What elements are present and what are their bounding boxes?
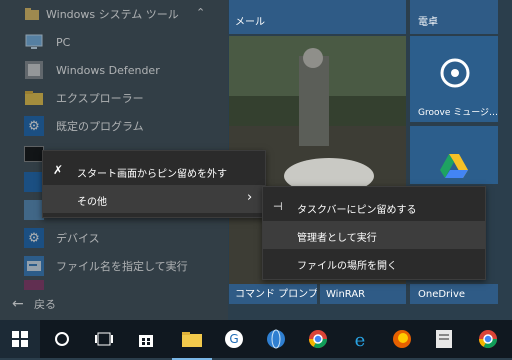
ie-button[interactable]: e [340, 320, 380, 358]
submenu: ⊣ タスクバーにピン留めする 管理者として実行 ファイルの場所を開く [262, 186, 486, 280]
menu-item-label: ファイルの場所を開く [297, 261, 397, 272]
menu-item-run-as-admin[interactable]: 管理者として実行 [263, 221, 485, 249]
tile-label: メール [235, 17, 265, 28]
menu-item-more[interactable]: その他 › [43, 185, 265, 213]
menu-item-open-location[interactable]: ファイルの場所を開く [263, 249, 485, 277]
tile-google-drive[interactable] [410, 126, 498, 184]
menu-item-label: その他 [77, 197, 107, 208]
app-button-generic[interactable] [424, 320, 464, 358]
taskbar: G e [0, 320, 512, 360]
menu-item-label: 管理者として実行 [297, 233, 377, 244]
start-button[interactable] [0, 320, 40, 358]
internet-explorer-icon: e [355, 330, 366, 349]
task-view-button[interactable] [84, 320, 124, 358]
tile-label: OneDrive [418, 289, 466, 300]
menu-item-pin-taskbar[interactable]: ⊣ タスクバーにピン留めする [263, 193, 485, 221]
tile-mail[interactable]: メール [229, 0, 406, 34]
tile-label: WinRAR [326, 289, 366, 300]
google-drive-icon [440, 154, 468, 178]
windows-logo-icon [12, 331, 28, 347]
document-app-icon [436, 330, 452, 348]
app-button-g[interactable]: G [214, 320, 254, 358]
firefox-button[interactable] [382, 320, 422, 358]
chevron-right-icon: › [247, 190, 253, 205]
menu-item-label: タスクバーにピン留めする [297, 205, 417, 216]
cortana-icon [55, 332, 69, 346]
tile-label: コマンド プロンプト [235, 289, 317, 300]
pin-icon: ⊣ [273, 200, 283, 213]
chrome-button-2[interactable] [468, 320, 508, 358]
tile-groove[interactable]: Groove ミュージ… [410, 36, 498, 122]
context-menu: ✗ スタート画面からピン留めを外す その他 › [42, 150, 266, 218]
tile-winrar[interactable]: WinRAR [320, 284, 406, 304]
cortana-button[interactable] [42, 320, 82, 358]
explorer-button[interactable] [172, 320, 212, 360]
chrome-icon [479, 330, 497, 349]
tile-label: 電卓 [418, 17, 438, 28]
store-icon [139, 335, 153, 347]
tile-calculator[interactable]: 電卓 [410, 0, 498, 34]
unpin-icon: ✗ [53, 163, 64, 177]
folder-icon [182, 332, 202, 347]
svg-text:e: e [355, 330, 366, 349]
tile-label: Groove ミュージ… [418, 108, 498, 118]
menu-item-unpin[interactable]: ✗ スタート画面からピン留めを外す [43, 157, 265, 185]
tile-command-prompt[interactable]: コマンド プロンプト [229, 284, 317, 304]
g-app-icon: G [225, 330, 243, 348]
chrome-button[interactable] [298, 320, 338, 358]
svg-text:G: G [229, 332, 238, 346]
firefox-icon [393, 330, 411, 348]
groove-icon [440, 58, 470, 88]
task-view-icon [95, 332, 113, 346]
globe-icon [267, 329, 285, 349]
menu-item-label: スタート画面からピン留めを外す [77, 169, 227, 180]
tile-onedrive[interactable]: OneDrive [410, 284, 498, 304]
chrome-icon [309, 330, 327, 349]
store-button[interactable] [126, 320, 166, 358]
globe-app-button[interactable] [256, 320, 296, 358]
